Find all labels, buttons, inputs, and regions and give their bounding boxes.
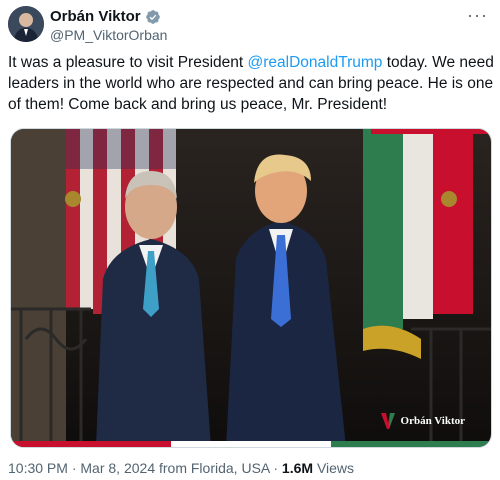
watermark-text: Orbán Viktor	[400, 415, 465, 427]
meta-separator-2: ·	[273, 460, 279, 476]
more-options-icon[interactable]: ···	[467, 6, 488, 24]
photo-band-green	[331, 441, 491, 447]
tweet-date-location[interactable]: Mar 8, 2024 from Florida, USA	[80, 460, 269, 476]
watermark-logo-icon	[380, 413, 395, 429]
photo-top-band	[371, 129, 491, 134]
author-info: Orbán Viktor @PM_ViktorOrban	[50, 8, 167, 43]
tweet-meta: 10:30 PM · Mar 8, 2024 from Florida, USA…	[8, 460, 354, 476]
views-count[interactable]: 1.6M	[282, 460, 313, 476]
avatar-image	[8, 6, 44, 42]
views-label: Views	[316, 460, 355, 476]
mention-link[interactable]: @realDonaldTrump	[248, 54, 383, 71]
photo-band-white	[171, 441, 331, 447]
avatar[interactable]	[8, 6, 44, 42]
tweet-time[interactable]: 10:30 PM	[8, 460, 68, 476]
photo-scene	[11, 129, 491, 447]
meta-separator: ·	[71, 460, 77, 476]
finial-left	[65, 191, 81, 207]
display-name[interactable]: Orbán Viktor	[50, 8, 141, 25]
tweet-header: Orbán Viktor @PM_ViktorOrban ···	[8, 6, 492, 46]
tweet-text: It was a pleasure to visit President @re…	[8, 52, 494, 115]
verified-badge-icon[interactable]	[145, 9, 161, 25]
photo-band-red	[11, 441, 171, 447]
tweet-photo[interactable]: Orbán Viktor	[10, 128, 492, 448]
author-handle[interactable]: @PM_ViktorOrban	[50, 27, 167, 43]
photo-watermark: Orbán Viktor	[380, 413, 465, 429]
tweet-text-start: It was a pleasure to visit President	[8, 54, 248, 71]
stone-pillar	[11, 129, 66, 447]
finial-right	[441, 191, 457, 207]
